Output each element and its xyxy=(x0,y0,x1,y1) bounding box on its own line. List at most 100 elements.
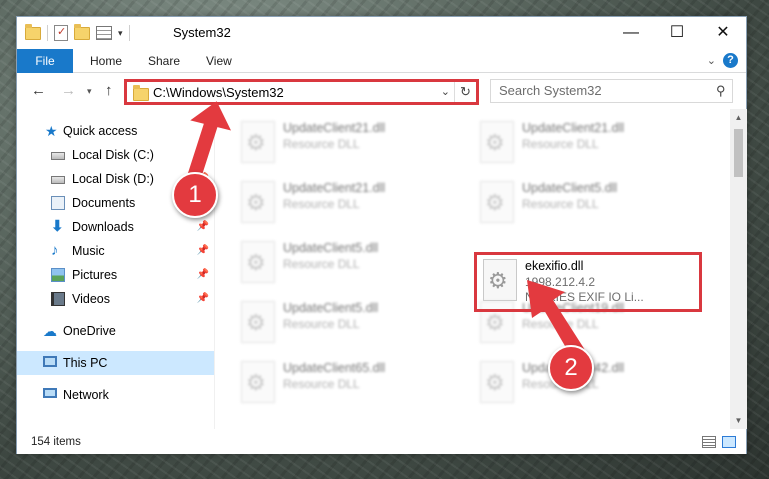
address-dropdown-icon[interactable]: ⌄ xyxy=(441,85,450,98)
tab-file[interactable]: File xyxy=(17,49,73,73)
scroll-up-button[interactable]: ▲ xyxy=(730,109,747,126)
sidebar-item-label: Documents xyxy=(72,196,136,210)
sidebar-item-pictures[interactable]: Pictures 📌 xyxy=(17,263,214,287)
gear-icon: ⚙ xyxy=(246,250,266,275)
recent-locations-button[interactable]: ▾ xyxy=(87,86,92,97)
back-button[interactable]: ← xyxy=(31,82,46,99)
dll-file-icon: ⚙ xyxy=(241,361,275,403)
file-item[interactable]: ⚙ UpdateClient21.dll Resource DLL xyxy=(474,117,699,169)
status-bar: 154 items xyxy=(17,431,746,454)
pin-icon[interactable]: 📌 xyxy=(197,287,209,311)
file-name: UpdateClient5.dll xyxy=(283,301,379,315)
file-name: UpdateClient65.dll xyxy=(283,361,386,375)
up-button[interactable]: ↑ xyxy=(105,82,113,99)
callout-1: 1 xyxy=(172,172,218,218)
toolbar-divider xyxy=(47,25,48,41)
file-name: UpdateClient21.dll xyxy=(283,181,386,195)
file-item[interactable]: ⚙ UpdateClient21.dll Resource DLL xyxy=(235,117,460,169)
pin-icon[interactable]: 📌 xyxy=(197,143,209,167)
file-item[interactable]: ⚙ UpdateClient21.dll Resource DLL xyxy=(235,177,460,229)
videos-icon xyxy=(51,292,65,306)
sidebar-item-label: Downloads xyxy=(72,220,134,234)
gear-icon: ⚙ xyxy=(485,310,505,335)
refresh-button[interactable]: ↻ xyxy=(454,82,476,102)
file-name: UpdateClient21.dll xyxy=(283,121,386,135)
help-icon[interactable]: ? xyxy=(723,53,738,68)
vertical-scrollbar[interactable]: ▲ ▼ xyxy=(730,109,747,429)
sidebar-item-music[interactable]: ♪ Music 📌 xyxy=(17,239,214,263)
large-icons-view-button[interactable] xyxy=(722,436,736,448)
toolbar-divider xyxy=(128,25,130,41)
drive-icon xyxy=(51,176,65,184)
sidebar-item-local-disk-c[interactable]: Local Disk (C:) 📌 xyxy=(17,143,214,167)
new-folder-icon[interactable] xyxy=(74,23,90,40)
sidebar-item-label: Local Disk (C:) xyxy=(72,148,154,162)
file-type: Resource DLL xyxy=(522,137,599,151)
minimize-button[interactable]: — xyxy=(608,17,654,49)
view-icon[interactable] xyxy=(96,26,112,40)
sidebar-item-label: Music xyxy=(72,244,105,258)
close-button[interactable]: ✕ xyxy=(700,17,746,49)
file-type: Resource DLL xyxy=(283,257,360,271)
downloads-icon: ⬇ xyxy=(51,218,64,235)
window-title: System32 xyxy=(173,25,231,40)
file-type: Resource DLL xyxy=(283,377,360,391)
sidebar-item-videos[interactable]: Videos 📌 xyxy=(17,287,214,311)
search-input[interactable] xyxy=(499,83,699,98)
sidebar-item-network[interactable]: Network xyxy=(17,383,214,407)
address-bar[interactable]: C:\Windows\System32 ⌄ ↻ xyxy=(124,79,479,105)
file-name: UpdateClient5.dll xyxy=(283,241,379,255)
properties-icon[interactable] xyxy=(54,25,68,41)
file-type: Resource DLL xyxy=(283,197,360,211)
forward-button[interactable]: → xyxy=(61,82,76,99)
file-item[interactable]: ⚙ UpdateClient5.dll Resource DLL xyxy=(235,237,460,289)
file-item[interactable]: ⚙ UpdateClient5.dll Resource DLL xyxy=(474,177,699,229)
file-type: Resource DLL xyxy=(283,137,360,151)
sidebar-item-onedrive[interactable]: ☁ OneDrive xyxy=(17,319,214,343)
scroll-down-button[interactable]: ▼ xyxy=(730,412,747,429)
pin-icon[interactable]: 📌 xyxy=(197,239,209,263)
dll-file-icon: ⚙ xyxy=(241,241,275,283)
sidebar-item-quick-access[interactable]: ★ Quick access xyxy=(17,119,214,143)
file-item[interactable]: ⚙ UpdateClient5.dll Resource DLL xyxy=(235,297,460,349)
drive-icon xyxy=(51,152,65,160)
pin-icon[interactable]: 📌 xyxy=(197,215,209,239)
scrollbar-thumb[interactable] xyxy=(734,129,743,177)
ribbon-tabs: File Home Share View ⌄ ? xyxy=(17,49,746,73)
navigation-bar: ← → ▾ ↑ C:\Windows\System32 ⌄ ↻ ⚲ xyxy=(17,74,746,108)
dll-file-icon: ⚙ xyxy=(480,361,514,403)
star-icon: ★ xyxy=(45,123,58,139)
gear-icon: ⚙ xyxy=(246,370,266,395)
sidebar-item-downloads[interactable]: ⬇ Downloads 📌 xyxy=(17,215,214,239)
expand-ribbon-icon[interactable]: ⌄ xyxy=(707,54,716,67)
file-name: UpdateClient21.dll xyxy=(522,121,625,135)
dll-file-icon: ⚙ xyxy=(241,301,275,343)
search-icon[interactable]: ⚲ xyxy=(716,83,726,99)
documents-icon xyxy=(51,196,65,210)
sidebar-item-label: Pictures xyxy=(72,268,118,282)
dll-file-icon: ⚙ xyxy=(241,181,275,223)
dll-file-icon: ⚙ xyxy=(480,121,514,163)
folder-icon xyxy=(25,23,41,40)
tab-share[interactable]: Share xyxy=(135,49,193,73)
sidebar-item-label: OneDrive xyxy=(63,324,116,338)
gear-icon: ⚙ xyxy=(485,130,505,155)
sidebar-item-this-pc[interactable]: This PC xyxy=(17,351,214,375)
address-path[interactable]: C:\Windows\System32 xyxy=(153,85,284,100)
gear-icon: ⚙ xyxy=(246,190,266,215)
maximize-button[interactable]: ☐ xyxy=(654,17,700,49)
tab-home[interactable]: Home xyxy=(77,49,135,73)
computer-icon xyxy=(43,356,57,367)
details-view-button[interactable] xyxy=(702,436,716,448)
customize-toolbar-caret-icon[interactable]: ▾ xyxy=(118,28,123,39)
file-item[interactable]: ⚙ UpdateClient65.dll Resource DLL xyxy=(235,357,460,409)
sidebar-item-label: Quick access xyxy=(63,124,138,138)
pin-icon[interactable]: 📌 xyxy=(197,263,209,287)
file-type: Resource DLL xyxy=(522,197,599,211)
cloud-icon: ☁ xyxy=(43,323,57,339)
search-box[interactable]: ⚲ xyxy=(490,79,733,103)
tab-view[interactable]: View xyxy=(193,49,245,73)
navigation-pane: ★ Quick access Local Disk (C:) 📌 Local D… xyxy=(17,113,214,429)
highlight-box xyxy=(474,252,702,312)
sidebar-item-label: This PC xyxy=(63,356,108,370)
